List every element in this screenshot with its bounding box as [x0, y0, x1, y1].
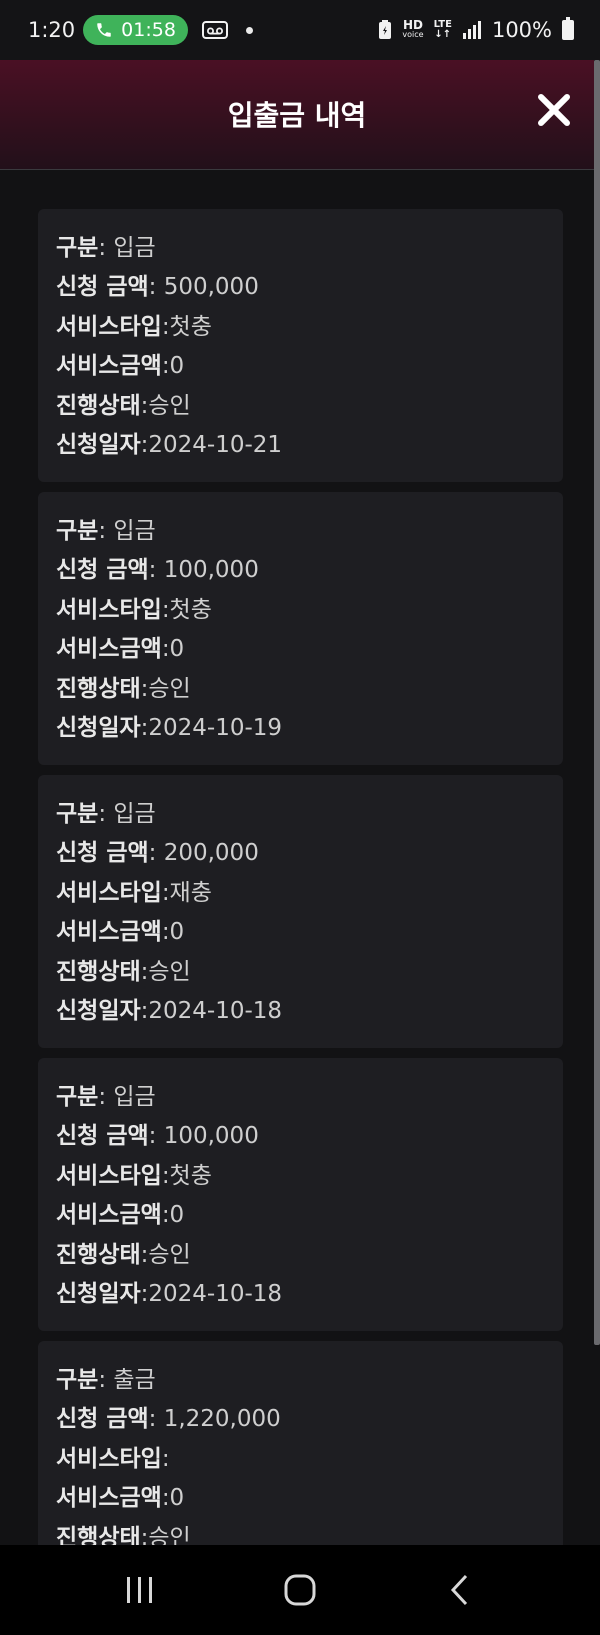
modal-header: 입출금 내역	[0, 60, 594, 170]
row-status: 진행상태:승인	[56, 1524, 191, 1545]
transaction-card: 구분: 입금 신청 금액: 100,000 서비스타입:첫충 서비스금액:0 진…	[38, 1058, 563, 1331]
row-type: 구분: 입금	[56, 1084, 156, 1110]
row-amount: 신청 금액: 200,000	[56, 840, 259, 867]
recent-apps-button[interactable]	[110, 1560, 170, 1620]
transaction-card: 구분: 입금 신청 금액: 500,000 서비스타입:첫충 서비스금액:0 진…	[38, 209, 563, 482]
battery-percent: 100%	[491, 18, 552, 42]
back-icon	[450, 1574, 468, 1606]
clock: 1:20	[28, 18, 76, 42]
hd-voice-icon: HD voice	[402, 18, 424, 39]
row-amount: 신청 금액: 1,220,000	[56, 1406, 281, 1433]
row-amount: 신청 금액: 100,000	[56, 1123, 259, 1150]
row-service-type: 서비스타입:재충	[56, 879, 212, 906]
close-button[interactable]	[534, 90, 574, 130]
row-date: 신청일자:2024-10-19	[56, 714, 283, 741]
row-service-type: 서비스타입:첫충	[56, 596, 212, 623]
ongoing-call-chip[interactable]: 01:58	[83, 15, 188, 45]
row-service-type: 서비스타입:첫충	[56, 313, 212, 340]
close-icon	[538, 94, 570, 126]
row-service-amount: 서비스금액:0	[56, 1485, 185, 1512]
voicemail-icon	[201, 21, 228, 39]
scrollbar[interactable]	[594, 60, 600, 1345]
signal-icon	[462, 21, 481, 39]
transaction-card: 구분: 입금 신청 금액: 200,000 서비스타입:재충 서비스금액:0 진…	[38, 775, 563, 1048]
row-status: 진행상태:승인	[56, 1241, 191, 1268]
row-service-amount: 서비스금액:0	[56, 636, 185, 663]
phone-icon	[97, 23, 111, 37]
lte-icon: LTE ↓↑	[433, 19, 452, 40]
row-type: 구분: 입금	[56, 518, 156, 544]
row-amount: 신청 금액: 100,000	[56, 557, 259, 584]
row-service-amount: 서비스금액:0	[56, 919, 185, 946]
row-type: 구분: 입금	[56, 801, 156, 827]
row-status: 진행상태:승인	[56, 675, 191, 702]
back-button[interactable]	[430, 1560, 490, 1620]
row-service-amount: 서비스금액:0	[56, 1202, 185, 1229]
row-status: 진행상태:승인	[56, 392, 191, 419]
recent-apps-icon	[127, 1577, 152, 1603]
status-bar: 1:20 01:58 HD voice LTE ↓↑ 100%	[0, 0, 600, 60]
row-service-amount: 서비스금액:0	[56, 353, 185, 380]
home-button[interactable]	[270, 1560, 330, 1620]
battery-icon	[562, 17, 574, 40]
row-date: 신청일자:2024-10-18	[56, 1280, 283, 1307]
row-date: 신청일자:2024-10-21	[56, 431, 283, 458]
row-type: 구분: 입금	[56, 235, 156, 261]
transaction-card: 구분: 출금 신청 금액: 1,220,000 서비스타입: 서비스금액:0 진…	[38, 1341, 563, 1545]
row-service-type: 서비스타입:	[56, 1445, 170, 1472]
system-nav-bar	[0, 1545, 600, 1635]
row-amount: 신청 금액: 500,000	[56, 274, 259, 301]
row-date: 신청일자:2024-10-18	[56, 997, 283, 1024]
transaction-list[interactable]: 구분: 입금 신청 금액: 500,000 서비스타입:첫충 서비스금액:0 진…	[38, 209, 563, 1545]
row-status: 진행상태:승인	[56, 958, 191, 985]
transaction-card: 구분: 입금 신청 금액: 100,000 서비스타입:첫충 서비스금액:0 진…	[38, 492, 563, 765]
call-timer: 01:58	[121, 19, 176, 41]
page-title: 입출금 내역	[227, 99, 367, 132]
battery-saver-icon	[379, 20, 392, 39]
row-type: 구분: 출금	[56, 1367, 156, 1393]
home-icon	[284, 1574, 316, 1606]
notification-dot-icon	[245, 26, 253, 34]
row-service-type: 서비스타입:첫충	[56, 1162, 212, 1189]
